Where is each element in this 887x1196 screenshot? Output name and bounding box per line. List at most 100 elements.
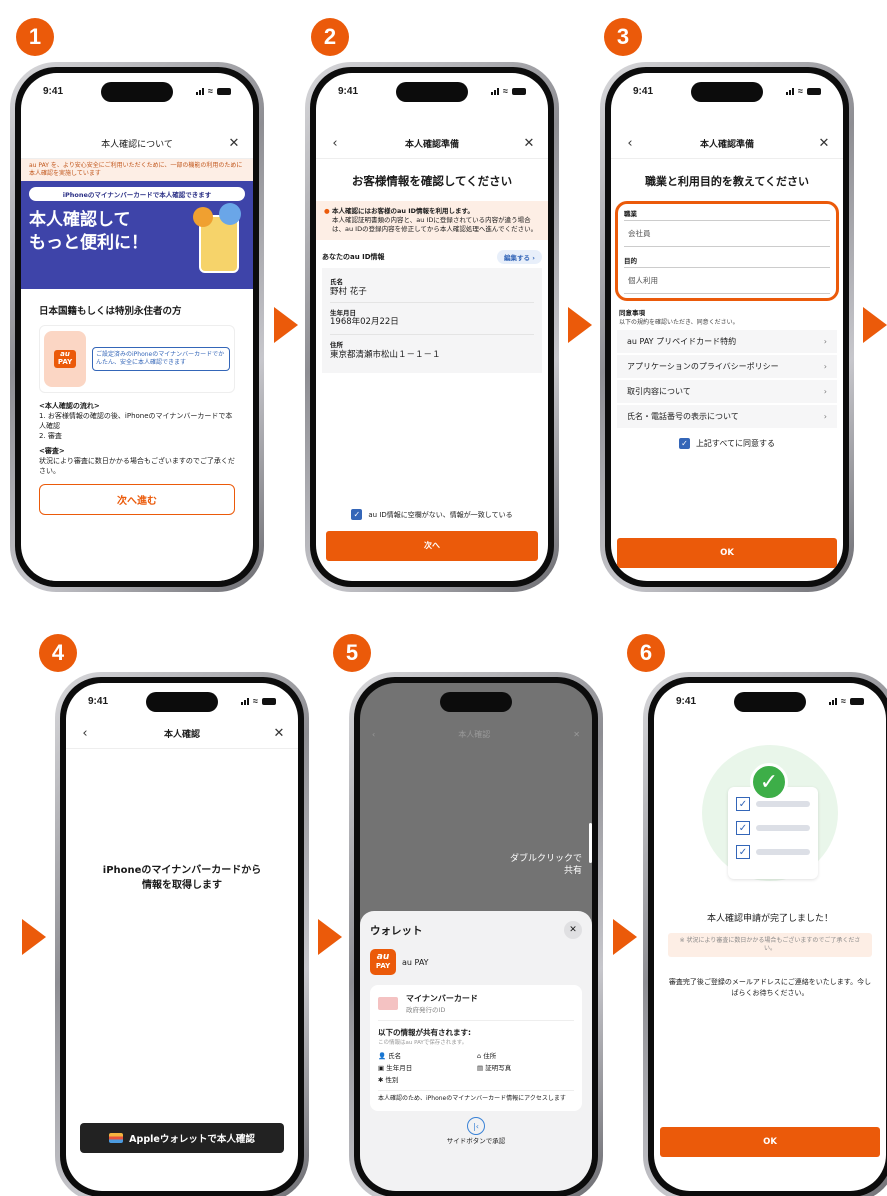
battery-icon <box>807 87 821 95</box>
fetch-message: iPhoneのマイナンバーカードから 情報を取得します <box>66 863 298 893</box>
purpose-label: 目的 <box>624 257 637 265</box>
tutorial-canvas: 1 2 3 4 5 6 9:41 ≈ 本人確認について ✕ au PAY を、よ… <box>0 0 887 1196</box>
highlight-box: 職業 会社員 目的 個人利用 <box>615 201 839 301</box>
address-value: 東京都清瀬市松山１－１－１ <box>330 349 441 360</box>
section-label: あなたのau ID情報 <box>322 253 385 262</box>
contact-message: 審査完了後ご登録のメールアドレスにご連絡をいたします。今しばらくお待ちください。 <box>668 978 872 997</box>
phone-step-5: ‹ 本人確認 ✕ ダブルクリックで 共有 ウォレット ✕ au PAY au PAY … <box>349 672 603 1196</box>
back-icon[interactable]: ‹ <box>623 136 637 151</box>
card-icon <box>219 202 241 225</box>
app-name: au PAY <box>402 957 429 967</box>
dynamic-island <box>396 82 468 102</box>
illustration-box: au PAY ご設定済みのiPhoneのマイナンバーカードでかんたん、安全に本人確… <box>39 325 235 393</box>
close-icon[interactable]: ✕ <box>227 136 241 151</box>
person-icon: 👤 <box>378 1052 387 1060</box>
nav-bar: ‹ 本人確認準備 ✕ <box>611 129 843 159</box>
agree-all-label: 上記すべてに同意する <box>695 439 776 448</box>
purpose-select[interactable]: 個人利用 <box>624 267 830 294</box>
close-icon[interactable]: ✕ <box>564 921 582 939</box>
terms-item[interactable]: 取引内容について › <box>617 380 837 405</box>
battery-icon <box>512 87 526 95</box>
ok-button[interactable]: OK <box>617 538 837 568</box>
field-name: 氏名 <box>388 1052 402 1060</box>
side-button-label: サイドボタンで承認 <box>446 1137 506 1146</box>
consent-label: au ID情報に空欄がない、情報が一致している <box>368 510 513 519</box>
hero-banner: iPhoneのマイナンバーカードで本人確認できます 本人確認して もっと便利に！ <box>21 180 253 289</box>
logo-text: PAY <box>375 962 391 971</box>
terms-item[interactable]: アプリケーションのプライバシーポリシー › <box>617 355 837 380</box>
status-time: 9:41 <box>676 695 697 707</box>
battery-icon <box>217 87 231 95</box>
dynamic-island <box>691 82 763 102</box>
field-label: 生年月日 <box>330 308 356 317</box>
next-button[interactable]: 次へ <box>326 531 538 561</box>
wifi-icon: ≈ <box>208 86 213 96</box>
close-icon[interactable]: ✕ <box>272 726 286 741</box>
page-title: 本人確認について <box>101 140 173 150</box>
flow-title: <本人確認の流れ> <box>39 402 100 410</box>
phone-step-2: 9:41 ≈ ‹ 本人確認準備 ✕ お客様情報を確認してください ● 本人確認に… <box>305 62 559 592</box>
chevron-right-icon: › <box>823 362 827 371</box>
back-icon[interactable]: ‹ <box>328 136 342 151</box>
back-icon[interactable]: ‹ <box>78 726 92 741</box>
ok-button[interactable]: OK <box>660 1127 880 1157</box>
review-title: <審査> <box>39 446 65 455</box>
field-address: 住所 <box>483 1052 497 1060</box>
next-arrow-icon <box>274 307 298 343</box>
next-arrow-icon <box>613 919 637 955</box>
message-line: iPhoneのマイナンバーカードから <box>102 865 262 876</box>
dimmed-nav-bar: ‹ 本人確認 ✕ <box>360 719 592 749</box>
battery-icon <box>262 697 276 705</box>
hint-line: ダブルクリックで <box>509 854 582 864</box>
card-panel: マイナンバーカード 政府発行のID 以下の情報が共有されます: この情報はau P… <box>370 985 582 1112</box>
step-badge-2: 2 <box>311 18 349 56</box>
flow-step: 1. お客様情報の確認の後、iPhoneのマイナンバーカードで本人確認 <box>39 412 233 431</box>
phone-step-1: 9:41 ≈ 本人確認について ✕ au PAY を、より安心安全にご利用いただ… <box>10 62 264 592</box>
hero-pill: iPhoneのマイナンバーカードで本人確認できます <box>29 186 245 201</box>
complete-illustration: ✓ ✓ ✓ ✓ <box>702 745 838 881</box>
dynamic-island <box>101 82 173 102</box>
signal-icon <box>786 87 795 95</box>
terms-list: au PAY プリペイドカード特約 › アプリケーションのプライバシーポリシー › … <box>617 330 837 430</box>
hand-phone-icon: au PAY <box>44 331 86 387</box>
terms-item[interactable]: 氏名・電話番号の表示について › <box>617 405 837 430</box>
close-icon[interactable]: ✕ <box>522 136 536 151</box>
page-title: 本人確認準備 <box>404 140 459 150</box>
gender-icon: ✱ <box>378 1076 384 1084</box>
terms-item-label: 氏名・電話番号の表示について <box>627 412 739 421</box>
step-badge-6: 6 <box>627 634 665 672</box>
field-label: 住所 <box>330 341 343 350</box>
chevron-right-icon: › <box>823 337 827 346</box>
wifi-icon: ≈ <box>253 696 258 706</box>
consent-row[interactable]: ✓ au ID情報に空欄がない、情報が一致している <box>316 509 548 520</box>
sheet-title: ウォレット <box>370 924 423 937</box>
message-line: 情報を取得します <box>142 880 222 891</box>
dob-value: 1968年02月22日 <box>330 317 399 328</box>
job-label: 職業 <box>624 210 637 218</box>
home-icon: ⌂ <box>477 1052 482 1060</box>
apple-wallet-button[interactable]: Appleウォレットで本人確認 <box>80 1123 284 1153</box>
alert-icon: ● <box>324 207 330 215</box>
job-select[interactable]: 会社員 <box>624 220 830 247</box>
signal-icon <box>241 697 250 705</box>
dynamic-island <box>146 692 218 712</box>
checkbox-checked-icon[interactable]: ✓ <box>678 438 690 449</box>
field-photo: 証明写真 <box>485 1064 512 1072</box>
checkbox-checked-icon[interactable]: ✓ <box>351 509 363 520</box>
signal-icon <box>196 87 205 95</box>
card-heading: 日本国籍もしくは特別永住者の方 <box>39 306 182 317</box>
access-notice: 本人確認のため、iPhoneのマイナンバーカード情報にアクセスします <box>378 1090 574 1103</box>
notice-banner: au PAY を、より安心安全にご利用いただくために、一部の機能の利用のために本… <box>21 159 253 181</box>
edit-button[interactable]: 編集する › <box>497 250 542 265</box>
page-title: 本人確認準備 <box>699 140 754 150</box>
next-button[interactable]: 次へ進む <box>39 483 235 515</box>
nav-bar: ‹ 本人確認準備 ✕ <box>316 129 548 159</box>
checklist-icon: ✓ ✓ ✓ <box>728 787 818 879</box>
close-icon[interactable]: ✕ <box>817 136 831 151</box>
agree-all-row[interactable]: ✓ 上記すべてに同意する <box>611 438 843 449</box>
au-pay-app-icon: au PAY <box>370 949 396 975</box>
terms-item[interactable]: au PAY プリペイドカード特約 › <box>617 330 837 355</box>
phone-step-3: 9:41 ≈ ‹ 本人確認準備 ✕ 職業と利用目的を教えてください 職業 会社員… <box>600 62 854 592</box>
dynamic-island <box>734 692 806 712</box>
dynamic-island <box>440 692 512 712</box>
